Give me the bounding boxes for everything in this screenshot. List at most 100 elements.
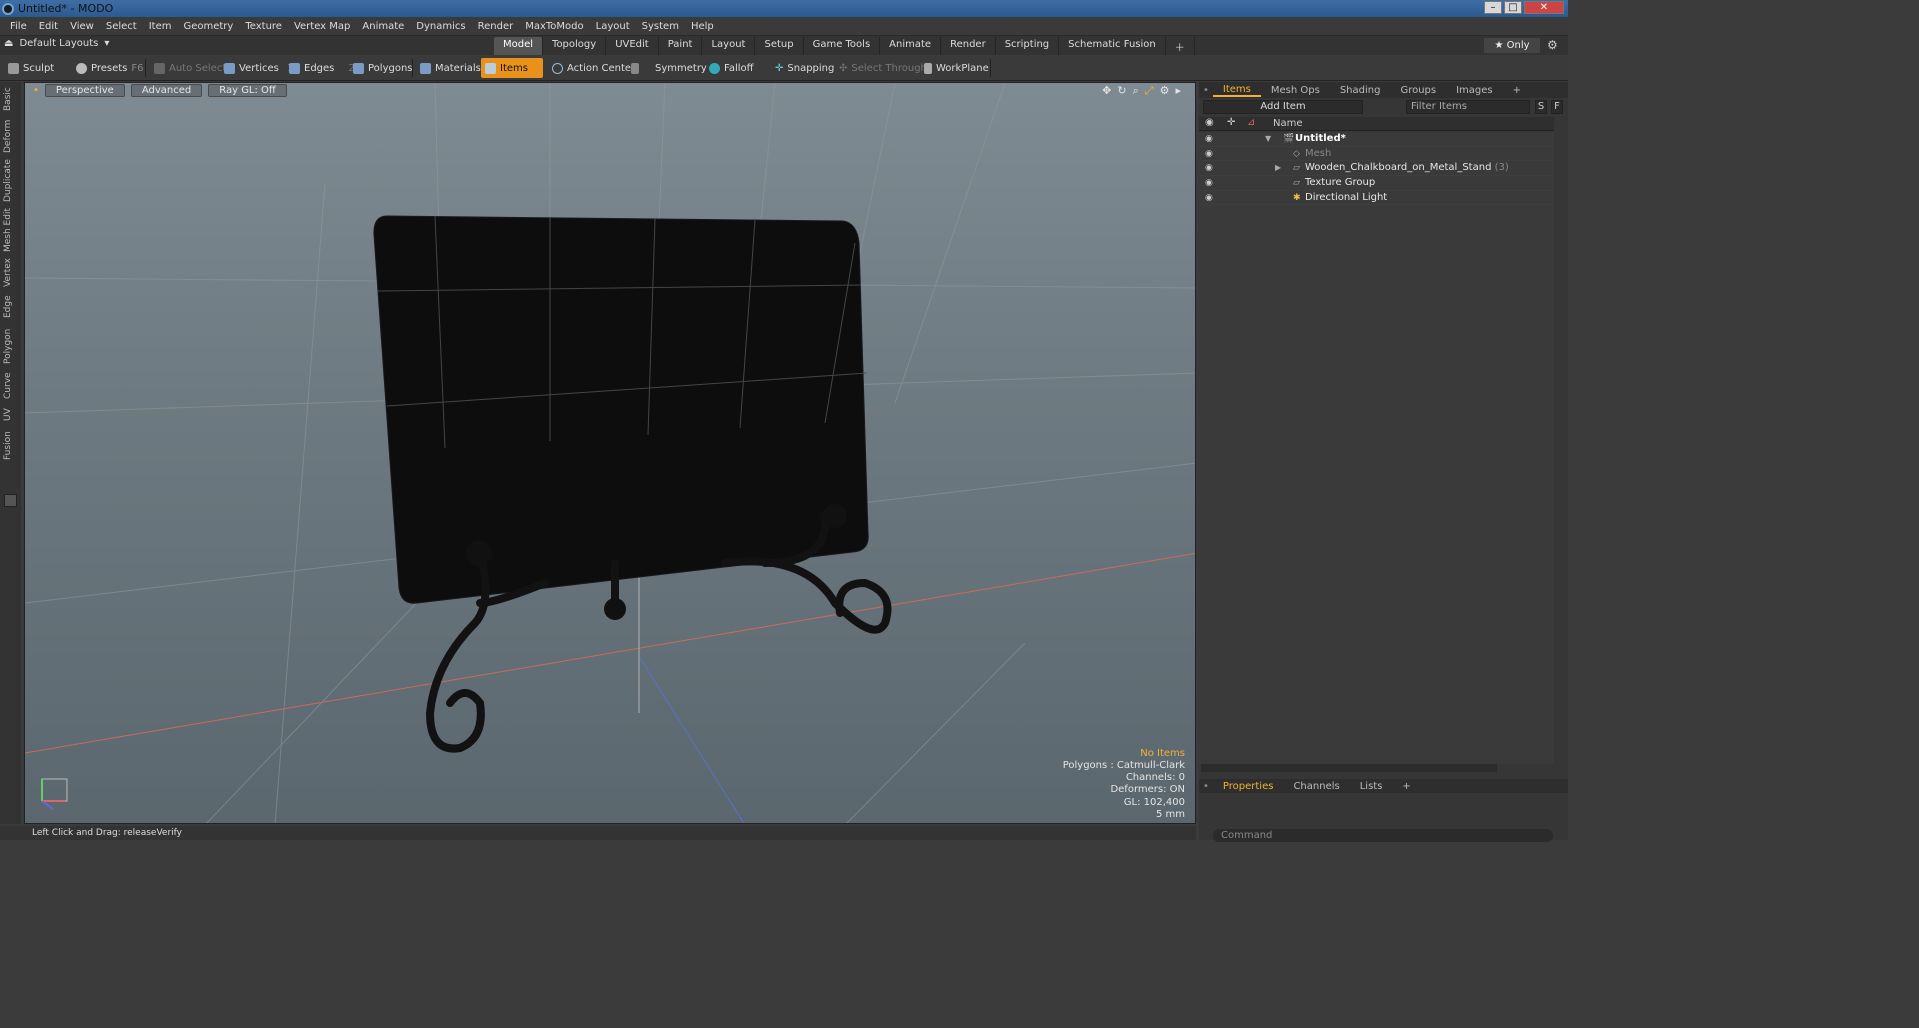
menu-texture[interactable]: Texture (239, 21, 288, 32)
rotate-icon[interactable]: ↻ (1117, 84, 1126, 98)
action-center-button[interactable]: Action Center (548, 58, 639, 78)
name-column-header[interactable]: Name (1273, 117, 1303, 131)
panel-toggle-button[interactable] (4, 494, 17, 507)
collapsed-arrow-icon[interactable]: ▶ (1275, 161, 1281, 176)
falloff-button[interactable]: Falloff (705, 58, 758, 78)
menu-layout[interactable]: Layout (590, 21, 636, 32)
menu-geometry[interactable]: Geometry (177, 21, 239, 32)
zoom-icon[interactable]: ⌕ (1133, 84, 1139, 98)
tree-row[interactable]: ◉ ▼ 🎬 Untitled* (1199, 132, 1554, 147)
tab-schematic-fusion[interactable]: Schematic Fusion (1059, 37, 1166, 56)
shading-advanced-dropdown[interactable]: Advanced (130, 84, 203, 97)
left-tab-uv[interactable]: UV (3, 406, 18, 424)
select-through-button[interactable]: ✣ Select Through (835, 58, 931, 78)
left-tab-curve[interactable]: Curve (3, 371, 18, 401)
view-perspective-dropdown[interactable]: Perspective (44, 84, 125, 97)
tree-row[interactable]: ◉ ◇ Mesh (1199, 147, 1554, 162)
tree-row[interactable]: ◉ ✱ Directional Light (1199, 191, 1554, 206)
menu-vertex-map[interactable]: Vertex Map (288, 21, 356, 32)
menu-maxtomodo[interactable]: MaxToModo (519, 21, 589, 32)
tree-row[interactable]: ◉ ▶ ▱ Wooden_Chalkboard_on_Metal_Stand (… (1199, 161, 1554, 177)
left-tab-polygon[interactable]: Polygon (3, 326, 18, 366)
maximize-button[interactable]: □ (1504, 1, 1522, 14)
tab-paint[interactable]: Paint (659, 37, 703, 56)
tab-model[interactable]: Model (494, 37, 544, 56)
edges-button[interactable]: Edges 2 (285, 58, 359, 78)
expanded-arrow-icon[interactable]: ▼ (1265, 132, 1271, 147)
tab-images[interactable]: Images (1446, 85, 1503, 96)
eye-icon[interactable]: ◉ (1205, 176, 1213, 191)
menu-item[interactable]: Item (143, 21, 178, 32)
expand-arrow-icon[interactable]: ▸ (1175, 84, 1181, 98)
materials-button[interactable]: Materials (416, 58, 485, 78)
tab-uvedit[interactable]: UVEdit (606, 37, 659, 56)
menu-edit[interactable]: Edit (33, 21, 64, 32)
tab-setup[interactable]: Setup (755, 37, 804, 56)
close-button[interactable]: ✕ (1524, 1, 1564, 14)
tab-lists[interactable]: Lists (1350, 781, 1393, 792)
tab-shading[interactable]: Shading (1330, 85, 1391, 96)
menu-view[interactable]: View (64, 21, 100, 32)
eye-icon[interactable]: ◉ (1205, 132, 1213, 147)
snapping-button[interactable]: ✛ Snapping (771, 58, 838, 78)
tree-label: Untitled* (1295, 133, 1346, 144)
command-input[interactable]: Command (1213, 829, 1553, 842)
filter-items-input[interactable]: Filter Items (1406, 100, 1530, 114)
gear-icon[interactable]: ⚙ (1160, 84, 1170, 98)
pan-icon[interactable]: ✥ (1102, 84, 1111, 98)
gear-icon[interactable]: ⚙ (1547, 38, 1558, 52)
tab-mesh-ops[interactable]: Mesh Ops (1261, 85, 1330, 96)
fit-icon[interactable]: ⤢ (1145, 84, 1154, 98)
add-tab-button[interactable]: + (1503, 85, 1531, 96)
polygons-button[interactable]: Polygons (349, 58, 417, 78)
s-toggle[interactable]: S (1535, 100, 1547, 114)
add-tab-button[interactable]: + (1392, 781, 1420, 792)
only-toggle[interactable]: ★ Only (1484, 38, 1540, 53)
eye-icon[interactable]: ◉ (1205, 147, 1213, 162)
tab-groups[interactable]: Groups (1390, 85, 1446, 96)
tab-render[interactable]: Render (941, 37, 996, 56)
default-layouts-dropdown[interactable]: ⏏ Default Layouts ▾ (4, 38, 109, 49)
tab-game-tools[interactable]: Game Tools (804, 37, 881, 56)
symmetry-button[interactable]: Symmetry (627, 58, 711, 78)
left-tab-fusion[interactable]: Fusion (3, 429, 18, 463)
tab-items[interactable]: Items (1212, 84, 1261, 97)
menu-render[interactable]: Render (472, 21, 520, 32)
menu-animate[interactable]: Animate (356, 21, 410, 32)
menu-dynamics[interactable]: Dynamics (410, 21, 471, 32)
tab-scripting[interactable]: Scripting (996, 37, 1060, 56)
raygl-toggle[interactable]: Ray GL: Off (208, 84, 287, 97)
menu-file[interactable]: File (4, 21, 33, 32)
minimize-button[interactable]: – (1484, 1, 1502, 14)
f-toggle[interactable]: F (1551, 100, 1563, 114)
eye-icon[interactable]: ◉ (1205, 161, 1213, 176)
presets-button[interactable]: Presets F6 (72, 58, 148, 78)
left-tab-edge[interactable]: Edge (3, 294, 18, 320)
tab-layout[interactable]: Layout (702, 37, 756, 56)
sculpt-button[interactable]: Sculpt (4, 58, 58, 78)
tab-channels[interactable]: Channels (1283, 781, 1349, 792)
items-button[interactable]: Items (481, 58, 543, 78)
add-tab-icon[interactable]: ＋ (1166, 37, 1195, 56)
viewport-dot-icon[interactable]: • (33, 85, 39, 96)
workplane-button[interactable]: WorkPlane (920, 58, 993, 78)
tab-properties[interactable]: Properties (1213, 781, 1284, 792)
tab-topology[interactable]: Topology (543, 37, 607, 56)
menu-help[interactable]: Help (685, 21, 720, 32)
tab-animate[interactable]: Animate (880, 37, 942, 56)
eye-icon[interactable]: ◉ (1205, 191, 1213, 206)
left-tab-vertex[interactable]: Vertex (3, 257, 18, 289)
left-tab-deform[interactable]: Deform (3, 118, 18, 154)
left-tab-mesh-edit[interactable]: Mesh Edit (3, 208, 18, 252)
menu-select[interactable]: Select (100, 21, 143, 32)
add-item-dropdown[interactable]: Add Item (1203, 100, 1363, 114)
left-tab-duplicate[interactable]: Duplicate (3, 159, 18, 203)
tree-row[interactable]: ◉ ▱ Texture Group (1199, 176, 1554, 191)
materials-label: Materials (435, 62, 481, 74)
edges-icon (289, 62, 300, 74)
left-tab-basic[interactable]: Basic (3, 85, 18, 113)
menu-system[interactable]: System (636, 21, 685, 32)
auto-select-button[interactable]: Auto Select (150, 58, 230, 78)
horizontal-scrollbar[interactable] (1201, 764, 1497, 772)
3d-viewport[interactable]: • Perspective Advanced Ray GL: Off ✥ ↻ ⌕… (24, 82, 1196, 824)
